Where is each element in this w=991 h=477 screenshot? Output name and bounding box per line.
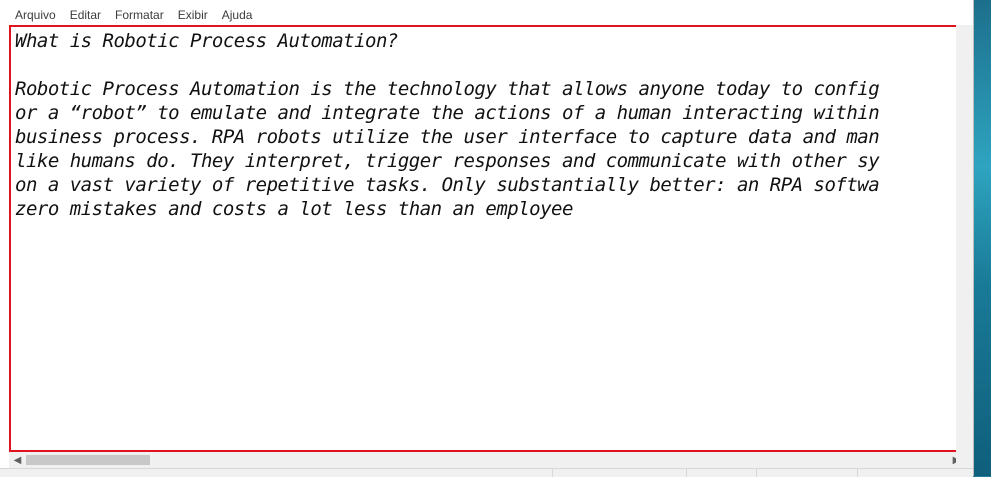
text-line: [15, 53, 879, 77]
menu-formatar[interactable]: Formatar: [108, 0, 171, 25]
vertical-scrollbar[interactable]: [956, 25, 973, 450]
menu-editar[interactable]: Editar: [63, 0, 108, 25]
scroll-left-icon[interactable]: ◀: [9, 452, 26, 468]
text-editor-area[interactable]: What is Robotic Process Automation? Robo…: [9, 25, 967, 452]
menu-bar: Arquivo Editar Formatar Exibir Ajuda: [0, 0, 973, 25]
menu-arquivo[interactable]: Arquivo: [8, 0, 63, 25]
menu-exibir[interactable]: Exibir: [171, 0, 215, 25]
horizontal-scrollbar[interactable]: ◀ ▶: [9, 452, 965, 468]
text-line: What is Robotic Process Automation?: [15, 30, 398, 52]
document-text[interactable]: What is Robotic Process Automation? Robo…: [15, 29, 880, 221]
horizontal-scroll-thumb[interactable]: [26, 455, 150, 465]
text-line: or a “robot” to emulate and integrate th…: [15, 102, 880, 124]
text-line: like humans do. They interpret, trigger …: [15, 150, 880, 172]
text-line: Robotic Process Automation is the techno…: [15, 78, 880, 100]
text-line: on a vast variety of repetitive tasks. O…: [15, 174, 880, 196]
text-line: zero mistakes and costs a lot less than …: [15, 198, 573, 220]
notepad-window: Arquivo Editar Formatar Exibir Ajuda Wha…: [0, 0, 974, 477]
scrollbar-corner: [956, 450, 973, 468]
menu-ajuda[interactable]: Ajuda: [215, 0, 260, 25]
text-line: business process. RPA robots utilize the…: [15, 126, 880, 148]
